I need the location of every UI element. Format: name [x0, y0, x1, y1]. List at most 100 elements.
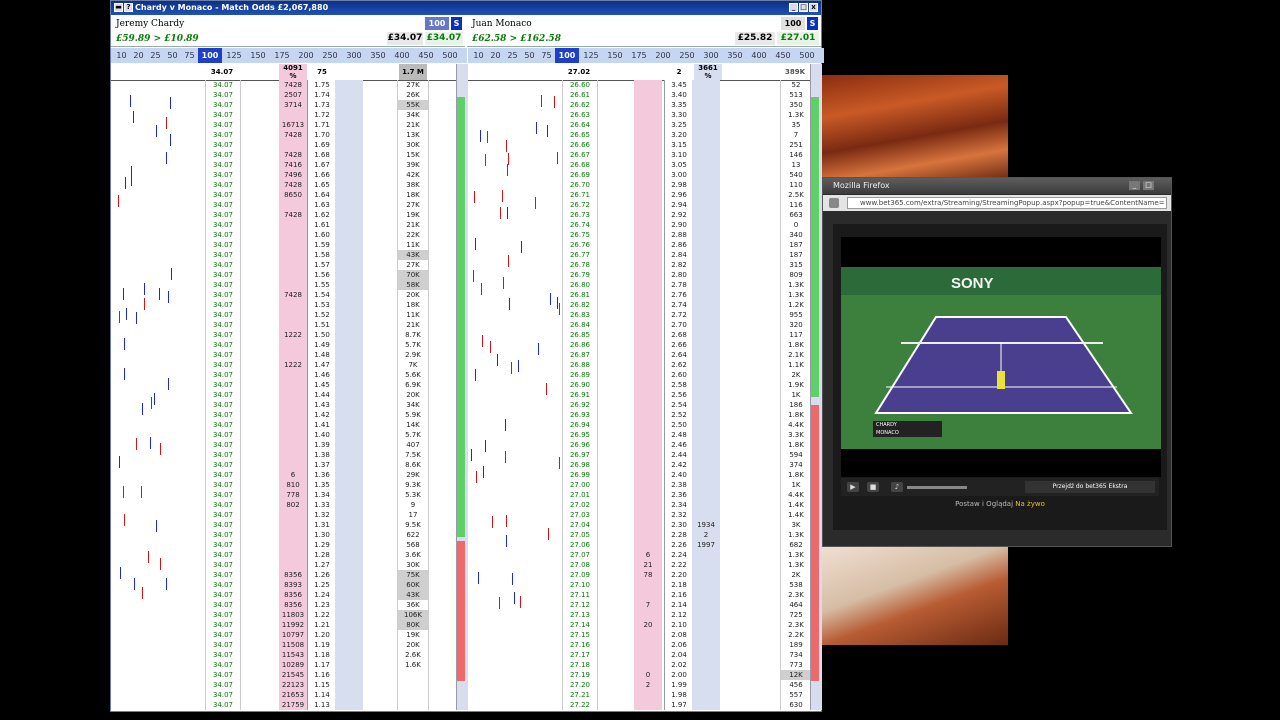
stake-option-250[interactable]: 250	[675, 48, 699, 63]
ladder-cell	[279, 220, 307, 230]
stop-icon[interactable]: ■	[867, 482, 879, 492]
stake-option-200[interactable]: 200	[294, 48, 318, 63]
tick-mark	[141, 486, 142, 498]
stake-option-50[interactable]: 50	[164, 48, 181, 63]
lay-price-box[interactable]: £34.07	[425, 32, 463, 45]
stake-option-450[interactable]: 450	[771, 48, 795, 63]
stake-option-20[interactable]: 20	[130, 48, 147, 63]
ladder-cell: 18K	[406, 301, 420, 309]
ladder-cell	[634, 130, 662, 140]
stake-option-25[interactable]: 25	[147, 48, 164, 63]
stake-option-75[interactable]: 75	[181, 48, 198, 63]
ladder-cell: 27.17	[569, 651, 591, 659]
minimize-icon[interactable]: _	[789, 3, 798, 12]
stake-option-150[interactable]: 150	[603, 48, 627, 63]
ladder-cell: 4.4K	[788, 491, 804, 499]
stake-option-10[interactable]: 10	[470, 48, 487, 63]
ladder-cell: 2.50	[671, 421, 687, 429]
close-icon[interactable]: x	[809, 3, 818, 12]
stake-option-10[interactable]: 10	[113, 48, 130, 63]
price-ladder-right[interactable]: 26.60 26.61 26.62 26.63 26.64 26.65 26.66 26.67…	[468, 80, 813, 710]
ladder-cell: 7.5K	[405, 451, 421, 459]
stake-box[interactable]: 100	[781, 17, 805, 30]
back-price-box[interactable]: £25.82	[735, 32, 775, 45]
ladder-cell: 27.22	[569, 701, 591, 709]
ladder-cell: 34.07	[212, 121, 234, 129]
stake-option-500[interactable]: 500	[795, 48, 819, 63]
maximize-icon[interactable]: □	[799, 3, 808, 12]
volume-icon[interactable]: ♪	[891, 482, 903, 492]
bet365-extra-button[interactable]: Przejdź do bet365 Ekstra	[1025, 481, 1155, 493]
ladder-cell	[634, 700, 662, 710]
ladder-cell	[692, 250, 720, 260]
url-field[interactable]: www.bet365.com/extra/Streaming/Streaming…	[847, 197, 1167, 209]
ladder-cell: 27.13	[569, 611, 591, 619]
stake-option-350[interactable]: 350	[366, 48, 390, 63]
stake-option-20[interactable]: 20	[487, 48, 504, 63]
stake-option-175[interactable]: 175	[270, 48, 294, 63]
stake-option-25[interactable]: 25	[504, 48, 521, 63]
ladder-cell	[634, 690, 662, 700]
stake-s-button[interactable]: S	[451, 17, 462, 30]
ladder-cell: 2.3K	[788, 621, 804, 629]
ladder-cell: 34.07	[212, 541, 234, 549]
stake-option-200[interactable]: 200	[651, 48, 675, 63]
ladder-cell: 27.16	[569, 641, 591, 649]
stake-box[interactable]: 100	[425, 17, 449, 30]
stake-option-75[interactable]: 75	[538, 48, 555, 63]
stake-option-150[interactable]: 150	[246, 48, 270, 63]
help-icon[interactable]: ?	[124, 3, 133, 12]
stake-option-125[interactable]: 125	[222, 48, 246, 63]
tick-mark	[166, 152, 167, 164]
back-column[interactable]: 7428 2507 3714 16713 7428 7428 7416 7496 7428 865…	[279, 80, 307, 710]
stake-option-400[interactable]: 400	[390, 48, 414, 63]
stake-s-button[interactable]: S	[807, 17, 818, 30]
stake-option-50[interactable]: 50	[521, 48, 538, 63]
ladder-cell: 3.45	[671, 81, 687, 89]
stake-option-100[interactable]: 100	[555, 48, 579, 63]
stake-option-400[interactable]: 400	[747, 48, 771, 63]
stake-option-450[interactable]: 450	[414, 48, 438, 63]
maximize-icon[interactable]: □	[1143, 181, 1154, 190]
tick-mark	[156, 125, 157, 137]
stake-option-300[interactable]: 300	[699, 48, 723, 63]
lay-price-box[interactable]: £27.01	[777, 32, 819, 45]
stake-option-250[interactable]: 250	[318, 48, 342, 63]
ladder-cell	[634, 300, 662, 310]
stake-option-350[interactable]: 350	[723, 48, 747, 63]
price-ladder-left[interactable]: 34.07 34.07 34.07 34.07 34.07 34.07 34.07 34.07…	[111, 80, 456, 710]
stake-option-175[interactable]: 175	[627, 48, 651, 63]
ladder-cell: 1.2K	[788, 301, 804, 309]
ladder-cell: 26.98	[569, 461, 591, 469]
ladder-cell	[634, 660, 662, 670]
video-frame[interactable]: SONY CHARDY MONACO	[841, 237, 1161, 477]
window-menu-icon[interactable]: ▬	[114, 3, 123, 12]
lay-column[interactable]: 1934 2 1997	[692, 80, 720, 710]
ladder-cell: 6.9K	[405, 381, 421, 389]
ladder-cell: 34.07	[212, 691, 234, 699]
minimize-icon[interactable]: _	[1129, 181, 1140, 190]
stake-option-300[interactable]: 300	[342, 48, 366, 63]
ladder-cell	[692, 180, 720, 190]
ladder-cell: 78	[643, 571, 653, 579]
ladder-cell: 7428	[284, 151, 302, 159]
tick-mark	[473, 270, 474, 282]
ladder-cell: 34.07	[212, 441, 234, 449]
ladder-cell	[634, 140, 662, 150]
firefox-urlbar: www.bet365.com/extra/Streaming/Streaming…	[823, 195, 1171, 211]
ladder-cell	[634, 290, 662, 300]
back-price-box[interactable]: £34.07	[387, 32, 423, 45]
ladder-cell: 2.10	[671, 621, 687, 629]
back-column[interactable]: 6 21 78 7 20 0 2	[634, 80, 662, 710]
stake-option-125[interactable]: 125	[579, 48, 603, 63]
ladder-cell: 110	[789, 181, 803, 189]
volume-slider[interactable]	[907, 486, 967, 489]
ladder-cell	[692, 590, 720, 600]
ladder-cell	[634, 110, 662, 120]
ladder-cell: 2.14	[671, 601, 687, 609]
stake-option-500[interactable]: 500	[438, 48, 462, 63]
lay-column[interactable]	[335, 80, 363, 710]
play-icon[interactable]: ▶	[847, 482, 859, 492]
ladder-cell: 26.91	[569, 391, 591, 399]
stake-option-100[interactable]: 100	[198, 48, 222, 63]
